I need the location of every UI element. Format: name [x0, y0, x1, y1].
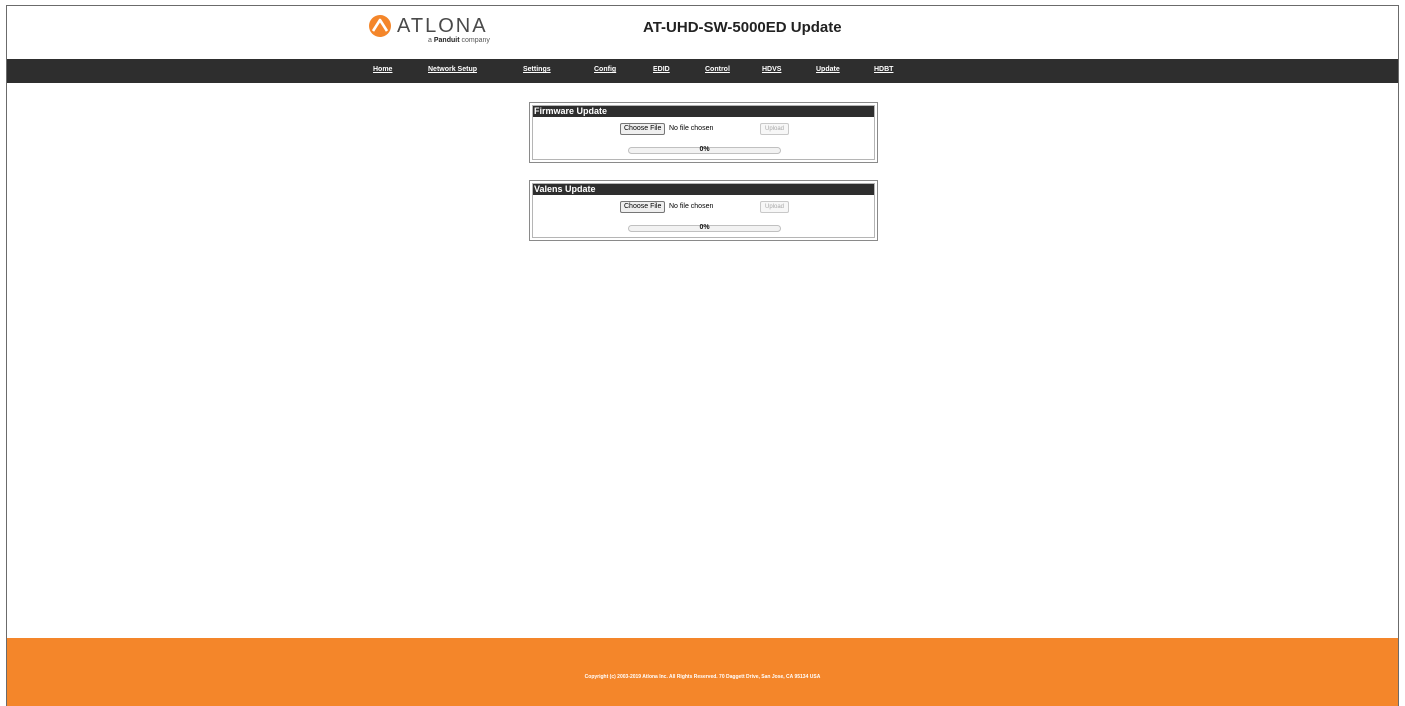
copyright-text: Copyright (c) 2003-2019 Atlona Inc. All … — [584, 674, 821, 680]
nav-network-setup[interactable]: Network Setup — [428, 66, 477, 73]
page-title: AT-UHD-SW-5000ED Update — [643, 19, 842, 36]
atlona-logo[interactable]: ATLONA a Panduit company — [368, 12, 508, 44]
valens-file-status: No file chosen — [669, 203, 714, 210]
firmware-update-body: Firmware Update Choose File No file chos… — [532, 105, 875, 160]
nav-hdbt[interactable]: HDBT — [874, 66, 893, 73]
logo-wordmark: ATLONA — [397, 15, 488, 37]
header: ATLONA a Panduit company AT-UHD-SW-5000E… — [7, 6, 1398, 59]
nav-control[interactable]: Control — [705, 66, 730, 73]
valens-update-title: Valens Update — [533, 184, 874, 195]
nav-update[interactable]: Update — [816, 66, 840, 73]
valens-upload-button[interactable]: Upload — [760, 201, 790, 213]
firmware-choose-file-button[interactable]: Choose File — [620, 123, 666, 135]
firmware-update-panel: Firmware Update Choose File No file chos… — [529, 102, 878, 163]
valens-update-panel: Valens Update Choose File No file chosen… — [529, 180, 878, 241]
firmware-update-title: Firmware Update — [533, 106, 874, 117]
footer: Copyright (c) 2003-2019 Atlona Inc. All … — [7, 638, 1398, 706]
firmware-progress-text: 0% — [699, 146, 710, 153]
nav-bar: Home Network Setup Settings Config EDID … — [7, 59, 1398, 83]
atlona-logo-icon — [369, 15, 391, 37]
valens-progress-text: 0% — [699, 224, 710, 231]
firmware-upload-button[interactable]: Upload — [760, 123, 790, 135]
valens-choose-file-button[interactable]: Choose File — [620, 201, 666, 213]
nav-settings[interactable]: Settings — [523, 66, 551, 73]
nav-hdvs[interactable]: HDVS — [762, 66, 781, 73]
nav-home[interactable]: Home — [373, 66, 392, 73]
page-frame: ATLONA a Panduit company AT-UHD-SW-5000E… — [6, 5, 1399, 706]
nav-edid[interactable]: EDID — [653, 66, 670, 73]
nav-config[interactable]: Config — [594, 66, 616, 73]
firmware-file-status: No file chosen — [669, 125, 714, 132]
valens-update-body: Valens Update Choose File No file chosen… — [532, 183, 875, 238]
logo-tagline: a Panduit company — [428, 37, 490, 44]
